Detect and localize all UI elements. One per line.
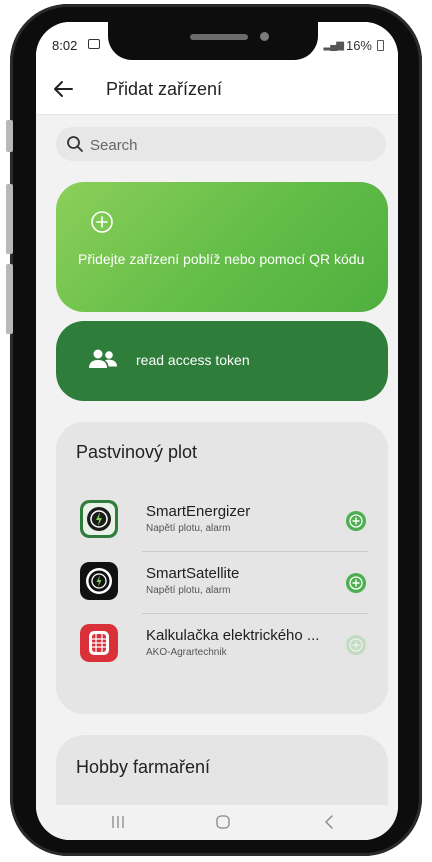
device-name: Kalkulačka elektrického ... [146, 627, 320, 644]
recent-apps-icon[interactable] [110, 814, 126, 830]
home-icon[interactable] [215, 814, 231, 830]
section-title: Hobby farmaření [76, 757, 211, 777]
token-card-label: read access token [136, 352, 250, 368]
device-subtitle: Napětí plotu, alarm [146, 585, 231, 596]
image-notification-icon [88, 39, 100, 49]
device-row-calculator[interactable]: Kalkulačka elektrického ... AKO-Agrartec… [76, 614, 368, 676]
add-device-icon[interactable] [346, 573, 366, 593]
main-content[interactable]: Přidejte zařízení poblíž nebo pomocí QR … [36, 115, 398, 805]
status-time: 8:02 [52, 38, 78, 53]
smart-satellite-icon [80, 562, 118, 600]
volume-down-button [6, 264, 13, 334]
search-icon [67, 136, 83, 152]
device-subtitle: AKO-Agrartechnik [146, 647, 227, 658]
section-title: Pastvinový plot [76, 442, 198, 462]
add-nearby-or-qr-card[interactable]: Přidejte zařízení poblíž nebo pomocí QR … [56, 182, 388, 312]
read-access-token-card[interactable]: read access token [56, 321, 388, 401]
screen: 8:02 ▂▄▆ 16% Přidat zařízení Search Přid… [36, 22, 398, 840]
search-input[interactable] [88, 127, 372, 163]
fence-calculator-icon [80, 624, 118, 662]
add-device-icon[interactable] [346, 635, 366, 655]
device-subtitle: Napětí plotu, alarm [146, 523, 231, 534]
battery-icon [377, 40, 384, 51]
category-section-hobby: Hobby farmaření [56, 735, 388, 805]
category-section-fence: Pastvinový plot SmartEnergizer Napětí pl… [56, 422, 388, 714]
back-nav-icon[interactable] [322, 814, 338, 830]
app-bar: Přidat zařízení [36, 68, 398, 115]
device-name: SmartEnergizer [146, 503, 251, 520]
users-icon [89, 349, 117, 368]
add-card-label: Přidejte zařízení poblíž nebo pomocí QR … [78, 251, 365, 267]
status-bar: 8:02 ▂▄▆ 16% [36, 22, 398, 68]
smart-energizer-icon [80, 500, 118, 538]
plus-circle-icon [91, 211, 113, 233]
search-bar[interactable] [56, 127, 386, 163]
signal-icon: ▂▄▆ [323, 40, 344, 51]
side-button [6, 120, 13, 152]
volume-up-button [6, 184, 13, 254]
speaker-grille [190, 34, 248, 40]
device-name: SmartSatellite [146, 565, 240, 582]
add-device-icon[interactable] [346, 511, 366, 531]
front-camera-icon [260, 32, 269, 41]
status-indicators: ▂▄▆ 16% [323, 38, 384, 53]
back-arrow-icon[interactable] [52, 78, 74, 100]
battery-percent: 16% [345, 38, 372, 53]
system-nav-bar [36, 805, 398, 840]
device-row-smartenergizer[interactable]: SmartEnergizer Napětí plotu, alarm [76, 490, 368, 552]
camera-notch [108, 22, 318, 60]
page-title: Přidat zařízení [106, 79, 223, 99]
device-row-smartsatellite[interactable]: SmartSatellite Napětí plotu, alarm [76, 552, 368, 614]
